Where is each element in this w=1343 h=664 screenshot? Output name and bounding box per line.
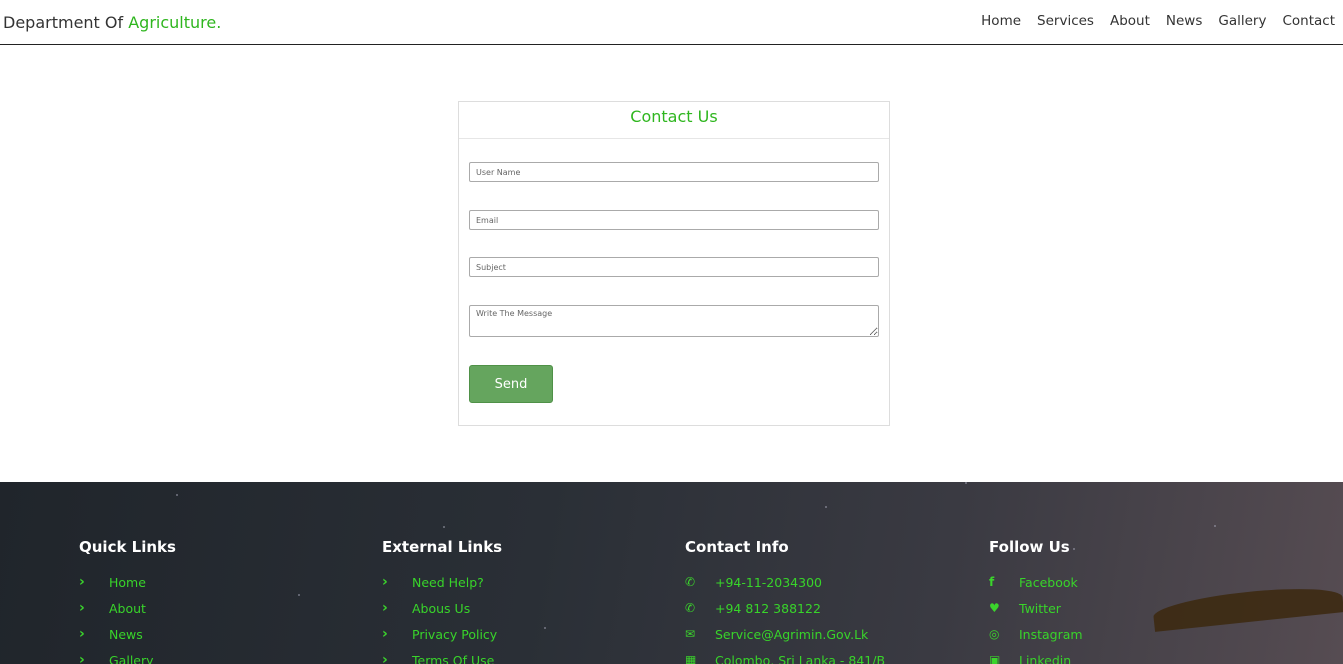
- message-textarea[interactable]: [469, 305, 879, 337]
- phone-icon: ✆: [685, 601, 696, 615]
- top-navbar: Department Of Agriculture. Home Services…: [0, 0, 1343, 45]
- nav-about[interactable]: About: [1110, 13, 1150, 29]
- footer-link-about-us[interactable]: › Abous Us: [382, 595, 642, 621]
- map-icon: ▦: [685, 653, 697, 664]
- chevron-right-icon: ›: [382, 652, 388, 664]
- social-linkedin[interactable]: ▣ Linkedin: [989, 647, 1249, 664]
- linkedin-icon: ▣: [989, 653, 1001, 664]
- footer-link-privacy[interactable]: › Privacy Policy: [382, 621, 642, 647]
- footer-link-news[interactable]: › News: [79, 621, 339, 647]
- footer-link-label: News: [109, 626, 143, 642]
- footer-link-terms[interactable]: › Terms Of Use: [382, 647, 642, 664]
- social-label: Instagram: [1019, 626, 1083, 642]
- nav-services[interactable]: Services: [1037, 13, 1094, 29]
- social-instagram[interactable]: ◎ Instagram: [989, 621, 1249, 647]
- footer-link-label: Home: [109, 574, 146, 590]
- contact-address[interactable]: ▦ Colombo, Sri Lanka - 841/B: [685, 647, 945, 664]
- footer-link-home[interactable]: › Home: [79, 569, 339, 595]
- star-decoration: [825, 506, 827, 508]
- contact-text: Colombo, Sri Lanka - 841/B: [715, 652, 886, 664]
- contact-text: Service@Agrimin.Gov.Lk: [715, 626, 869, 642]
- facebook-icon: f: [989, 575, 995, 589]
- footer-link-gallery[interactable]: › Gallery: [79, 647, 339, 664]
- card-header: Contact Us: [459, 102, 889, 139]
- footer-link-label: Need Help?: [412, 574, 484, 590]
- star-decoration: [1214, 525, 1216, 527]
- contact-phone-2[interactable]: ✆ +94 812 388122: [685, 595, 945, 621]
- username-input[interactable]: [469, 162, 879, 182]
- footer-link-label: Abous Us: [412, 600, 471, 616]
- contact-email[interactable]: ✉ Service@Agrimin.Gov.Lk: [685, 621, 945, 647]
- footer-follow-us: Follow Us f Facebook ♥ Twitter ◎ Instagram …: [989, 538, 1249, 664]
- phone-icon: ✆: [685, 575, 696, 589]
- nav-contact[interactable]: Contact: [1282, 13, 1335, 29]
- contact-text: +94 812 388122: [715, 600, 821, 616]
- chevron-right-icon: ›: [382, 600, 388, 616]
- brand-prefix: Department Of: [3, 13, 129, 32]
- social-label: Facebook: [1019, 574, 1078, 590]
- star-decoration: [443, 526, 445, 528]
- nav-news[interactable]: News: [1166, 13, 1202, 29]
- envelope-icon: ✉: [685, 627, 696, 641]
- social-label: Twitter: [1019, 600, 1061, 616]
- quick-links-heading: Quick Links: [79, 538, 176, 556]
- nav-gallery[interactable]: Gallery: [1218, 13, 1266, 29]
- contact-info-heading: Contact Info: [685, 538, 789, 556]
- footer-link-about[interactable]: › About: [79, 595, 339, 621]
- footer-quick-links: Quick Links › Home › About › News › Gallery: [79, 538, 339, 664]
- star-decoration: [965, 482, 967, 484]
- star-decoration: [176, 494, 178, 496]
- footer-link-label: About: [109, 600, 146, 616]
- follow-us-heading: Follow Us: [989, 538, 1070, 556]
- main-nav: Home Services About News Gallery Contact: [981, 13, 1335, 29]
- nav-home[interactable]: Home: [981, 13, 1021, 29]
- contact-form-card: Contact Us Send: [458, 101, 890, 426]
- chevron-right-icon: ›: [382, 626, 388, 642]
- email-input[interactable]: [469, 210, 879, 230]
- chevron-right-icon: ›: [79, 574, 85, 590]
- footer-external-links: External Links › Need Help? › Abous Us › Pr…: [382, 538, 642, 664]
- contact-phone-1[interactable]: ✆ +94-11-2034300: [685, 569, 945, 595]
- twitter-icon: ♥: [989, 601, 1000, 615]
- contact-text: +94-11-2034300: [715, 574, 822, 590]
- form-title: Contact Us: [630, 107, 718, 126]
- send-button[interactable]: Send: [469, 365, 553, 403]
- social-label: Linkedin: [1019, 652, 1072, 664]
- subject-input[interactable]: [469, 257, 879, 277]
- chevron-right-icon: ›: [382, 574, 388, 590]
- chevron-right-icon: ›: [79, 652, 85, 664]
- footer-link-label: Gallery: [109, 652, 154, 664]
- chevron-right-icon: ›: [79, 626, 85, 642]
- chevron-right-icon: ›: [79, 600, 85, 616]
- footer-contact-info: Contact Info ✆ +94-11-2034300 ✆ +94 812 38…: [685, 538, 945, 664]
- external-links-heading: External Links: [382, 538, 503, 556]
- instagram-icon: ◎: [989, 627, 1000, 641]
- social-twitter[interactable]: ♥ Twitter: [989, 595, 1249, 621]
- social-facebook[interactable]: f Facebook: [989, 569, 1249, 595]
- brand-accent: Agriculture.: [128, 13, 222, 32]
- footer: Quick Links › Home › About › News › Gallery …: [0, 482, 1343, 664]
- footer-link-need-help[interactable]: › Need Help?: [382, 569, 642, 595]
- footer-link-label: Terms Of Use: [412, 652, 495, 664]
- footer-link-label: Privacy Policy: [412, 626, 498, 642]
- brand-logo[interactable]: Department Of Agriculture.: [3, 13, 221, 32]
